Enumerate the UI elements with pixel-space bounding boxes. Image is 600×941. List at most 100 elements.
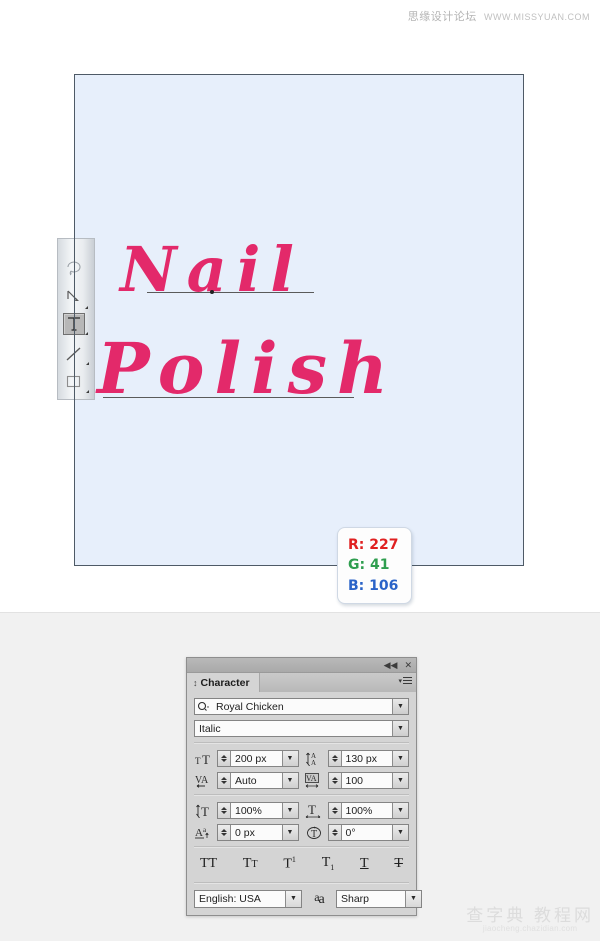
leading-dropdown-arrow-icon[interactable]: ▼ <box>392 751 408 766</box>
tracking-dropdown-arrow-icon[interactable]: ▼ <box>392 773 408 788</box>
kerning-icon: V A <box>194 773 214 788</box>
font-size-value[interactable]: 200 px <box>231 751 282 766</box>
language-antialias-row: English: USA ▼ aa Sharp ▼ <box>194 889 422 908</box>
document-area: 思缘设计论坛 WWW.MISSYUAN.COM Nail Polish R: 2… <box>0 0 600 612</box>
horizontal-scale-dropdown-arrow-icon[interactable]: ▼ <box>392 803 408 818</box>
font-size-dropdown-arrow-icon[interactable]: ▼ <box>281 751 298 766</box>
collapse-panel-icon[interactable]: ◀◀ <box>384 660 398 670</box>
font-family-value[interactable]: Royal Chicken <box>212 699 392 714</box>
watermark-bottom-url: jiaocheng.chazidian.com <box>482 923 578 933</box>
baseline-shift-value[interactable]: 0 px <box>231 825 282 840</box>
baseline-shift-icon: A a <box>194 825 214 840</box>
tools-palette[interactable] <box>57 238 95 400</box>
font-style-combo[interactable]: Italic ▼ <box>194 720 409 737</box>
underline-button[interactable]: T <box>358 856 371 872</box>
kerning-stepper[interactable] <box>218 773 231 788</box>
font-search-icon[interactable] <box>195 699 212 714</box>
anti-aliasing-dropdown-arrow-icon[interactable]: ▼ <box>405 890 421 907</box>
panel-menu-lines-icon <box>403 677 412 686</box>
rgb-red-value: R: 227 <box>348 537 399 553</box>
horizontal-scale-icon: T <box>305 803 325 818</box>
divider-3 <box>194 846 409 848</box>
baseline-shift-stepper[interactable] <box>218 825 231 840</box>
font-style-row: Italic ▼ <box>194 720 409 737</box>
watermark-top-cn: 思缘设计论坛 <box>407 11 477 23</box>
canvas-left-edge <box>74 238 75 400</box>
vertical-scale-icon: T <box>194 803 214 818</box>
watermark-top: 思缘设计论坛 WWW.MISSYUAN.COM <box>408 8 590 24</box>
character-rotation-spinner[interactable]: 0° ▼ <box>327 824 409 841</box>
character-rotation-dropdown-arrow-icon[interactable]: ▼ <box>392 825 408 840</box>
kerning-value[interactable]: Auto <box>231 773 282 788</box>
artwork-text-line-1[interactable]: Nail <box>120 233 304 306</box>
vertical-scale-dropdown-arrow-icon[interactable]: ▼ <box>281 803 298 818</box>
panel-titlebar[interactable]: ◀◀ ✕ <box>187 658 416 673</box>
font-family-row: Royal Chicken ▼ <box>194 698 409 715</box>
watermark-bottom-cn: 查字典 教程网 <box>466 905 594 925</box>
leading-cell: A A 130 px ▼ <box>305 750 409 767</box>
leading-value[interactable]: 130 px <box>342 751 393 766</box>
vertical-scale-cell: T 100% ▼ <box>194 802 299 819</box>
leading-stepper[interactable] <box>328 751 342 766</box>
strikethrough-button[interactable]: T <box>392 856 405 872</box>
anti-aliasing-icon: aa <box>314 889 325 907</box>
anti-aliasing-value[interactable]: Sharp <box>337 891 405 907</box>
vertical-scale-value[interactable]: 100% <box>231 803 282 818</box>
rgb-blue-value: B: 106 <box>348 577 399 594</box>
rgb-value-callout: R: 227 G: 41 B: 106 <box>337 527 412 604</box>
kerning-spinner[interactable]: Auto ▼ <box>217 772 299 789</box>
svg-text:T: T <box>311 829 317 840</box>
panel-tab-row[interactable]: ↕ Character ▾ <box>187 673 416 692</box>
horizontal-scale-spinner[interactable]: 100% ▼ <box>327 802 409 819</box>
subscript-button[interactable]: T1 <box>320 855 337 873</box>
leading-icon: A A <box>305 751 325 766</box>
language-dropdown-arrow-icon[interactable]: ▼ <box>285 890 301 907</box>
font-family-combo[interactable]: Royal Chicken ▼ <box>194 698 409 715</box>
character-rotation-icon: T <box>305 825 325 840</box>
character-panel[interactable]: ◀◀ ✕ ↕ Character ▾ Royal Chicken ▼ Itali… <box>186 657 422 916</box>
panel-menu-arrow-icon: ▾ <box>398 678 402 685</box>
language-combo[interactable]: English: USA ▼ <box>194 889 302 908</box>
baseline-shift-cell: A a 0 px ▼ <box>194 824 299 841</box>
text-baseline-line-1 <box>147 292 314 293</box>
tracking-spinner[interactable]: 100 ▼ <box>327 772 409 789</box>
baseline-shift-spinner[interactable]: 0 px ▼ <box>217 824 299 841</box>
tracking-icon: VA <box>305 773 325 788</box>
close-panel-icon[interactable]: ✕ <box>404 660 412 670</box>
small-caps-button[interactable]: TT <box>241 856 260 872</box>
text-anchor-point[interactable] <box>210 290 214 294</box>
font-size-stepper[interactable] <box>218 751 231 766</box>
anti-aliasing-combo[interactable]: Sharp ▼ <box>336 889 422 908</box>
character-rotation-value[interactable]: 0° <box>342 825 393 840</box>
tab-character[interactable]: ↕ Character <box>187 673 260 692</box>
all-caps-button[interactable]: TT <box>198 856 219 872</box>
watermark-bottom: 查字典 教程网 jiaocheng.chazidian.com <box>466 905 594 933</box>
horizontal-scale-stepper[interactable] <box>328 803 342 818</box>
divider-1 <box>194 742 409 744</box>
panel-menu-icon[interactable]: ▾ <box>398 677 412 686</box>
font-style-dropdown-arrow-icon[interactable]: ▼ <box>392 721 408 736</box>
tracking-cell: VA 100 ▼ <box>305 772 409 789</box>
character-rotation-stepper[interactable] <box>328 825 342 840</box>
tracking-value[interactable]: 100 <box>342 773 393 788</box>
font-style-value[interactable]: Italic <box>195 721 392 736</box>
baseline-shift-dropdown-arrow-icon[interactable]: ▼ <box>281 825 298 840</box>
character-rotation-cell: T 0° ▼ <box>305 824 409 841</box>
tracking-stepper[interactable] <box>328 773 342 788</box>
superscript-button[interactable]: T1 <box>281 855 298 873</box>
svg-text:T: T <box>195 756 201 766</box>
svg-text:T: T <box>202 752 210 766</box>
vertical-scale-stepper[interactable] <box>218 803 231 818</box>
vertical-scale-spinner[interactable]: 100% ▼ <box>217 802 299 819</box>
horizontal-scale-value[interactable]: 100% <box>342 803 393 818</box>
svg-text:T: T <box>201 804 209 818</box>
panel-body: Royal Chicken ▼ Italic ▼ T T 200 px ▼ A … <box>187 692 422 915</box>
font-size-cell: T T 200 px ▼ <box>194 750 299 767</box>
baseline-rotation-row: A a 0 px ▼ T 0° ▼ <box>194 824 409 841</box>
language-value[interactable]: English: USA <box>195 891 285 907</box>
font-size-spinner[interactable]: 200 px ▼ <box>217 750 299 767</box>
kerning-dropdown-arrow-icon[interactable]: ▼ <box>281 773 298 788</box>
leading-spinner[interactable]: 130 px ▼ <box>327 750 409 767</box>
design-canvas[interactable]: Nail Polish R: 227 G: 41 B: 106 <box>74 74 524 604</box>
font-family-dropdown-arrow-icon[interactable]: ▼ <box>392 699 408 714</box>
